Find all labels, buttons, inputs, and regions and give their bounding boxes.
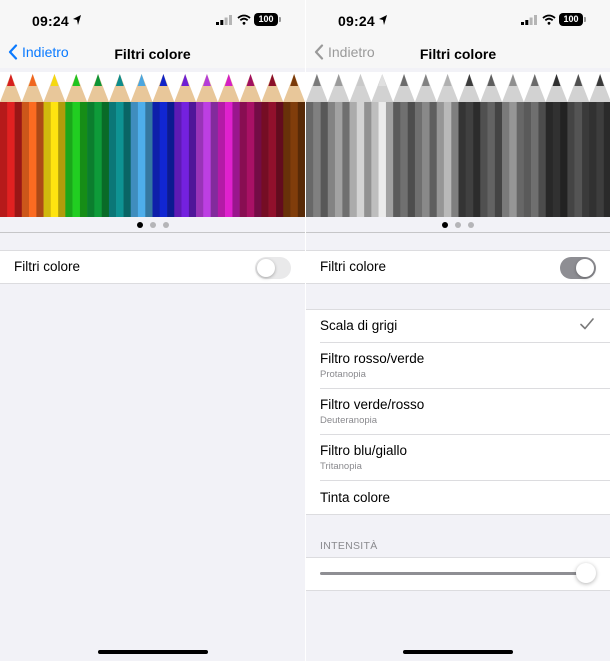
cellular-signal-icon <box>521 15 537 25</box>
pencil <box>217 74 240 217</box>
page-dot-2[interactable] <box>455 222 461 228</box>
pencil <box>43 74 66 217</box>
pencil <box>239 74 262 217</box>
filter-option-label: Scala di grigi <box>320 318 398 333</box>
page-indicator[interactable] <box>306 220 610 230</box>
divider <box>306 232 610 233</box>
divider <box>0 232 305 233</box>
home-indicator[interactable] <box>97 650 208 654</box>
location-arrow-icon <box>379 15 387 25</box>
page-dot-1[interactable] <box>136 222 143 228</box>
toggle-knob <box>257 259 275 277</box>
filter-option-protanopia[interactable]: Filtro rosso/verde Protanopia <box>306 343 610 389</box>
color-filters-row: Filtri colore <box>306 250 610 284</box>
filter-option-grayscale[interactable]: Scala di grigi <box>306 309 610 343</box>
pencil <box>174 74 197 217</box>
filter-option-tritanopia[interactable]: Filtro blu/giallo Tritanopia <box>306 435 610 481</box>
pencil <box>436 74 459 217</box>
location-arrow-icon <box>73 15 81 25</box>
pencil <box>458 74 481 217</box>
divider <box>306 250 610 251</box>
pencil <box>567 74 590 217</box>
pencil <box>21 74 44 217</box>
screen-left: 09:24 100 Indietro Filtri colore Filtri … <box>0 0 305 661</box>
battery-icon: 100 <box>254 13 278 26</box>
home-indicator[interactable] <box>403 650 513 654</box>
pencils-preview-gray[interactable] <box>306 72 610 217</box>
intensity-slider-thumb[interactable] <box>576 563 596 583</box>
intensity-header: INTENSITÀ <box>320 540 378 552</box>
battery-tip <box>279 17 281 22</box>
status-bar: 09:24 100 <box>306 0 610 40</box>
battery-icon: 100 <box>559 13 583 26</box>
screen-right: 09:24 100 Indietro Filtri colore Filtri … <box>305 0 610 661</box>
divider <box>306 283 610 284</box>
color-filters-label: Filtri colore <box>14 259 81 274</box>
color-filters-row: Filtri colore <box>0 250 305 284</box>
page-dot-2[interactable] <box>149 222 156 228</box>
pencil <box>349 74 372 217</box>
divider <box>0 250 305 251</box>
wifi-icon <box>237 14 251 25</box>
navigation-bar: Indietro Filtri colore <box>0 40 305 68</box>
pencil <box>589 74 610 217</box>
wifi-icon <box>542 14 556 25</box>
checkmark-icon <box>580 318 594 330</box>
divider <box>0 283 305 284</box>
pencil <box>261 74 284 217</box>
page-indicator[interactable] <box>0 220 305 230</box>
filter-option-deuteranopia[interactable]: Filtro verde/rosso Deuteranopia <box>306 389 610 435</box>
toggle-knob <box>576 259 594 277</box>
filter-option-sublabel: Protanopia <box>320 369 366 380</box>
pencil <box>196 74 219 217</box>
divider <box>306 309 610 310</box>
pencil <box>152 74 175 217</box>
pencils-preview-color[interactable] <box>0 72 305 217</box>
cellular-signal-icon <box>216 15 232 25</box>
page-title: Filtri colore <box>419 46 497 62</box>
pencil <box>523 74 546 217</box>
filter-option-sublabel: Deuteranopia <box>320 415 378 426</box>
color-filters-toggle[interactable] <box>255 257 291 279</box>
pencil <box>502 74 525 217</box>
page-dot-3[interactable] <box>468 222 474 228</box>
color-filters-toggle[interactable] <box>560 257 596 279</box>
pencil <box>480 74 503 217</box>
pencil <box>283 74 305 217</box>
page-title: Filtri colore <box>114 46 191 62</box>
filter-option-label: Tinta colore <box>320 490 391 505</box>
intensity-slider-track[interactable] <box>320 572 586 575</box>
pencil <box>130 74 153 217</box>
pencil <box>327 74 350 217</box>
status-bar: 09:24 100 <box>0 0 305 40</box>
divider <box>306 590 610 591</box>
pencil <box>414 74 438 217</box>
intensity-row <box>306 557 610 591</box>
gray-pencils-image <box>306 74 610 217</box>
color-pencils-image <box>0 74 305 217</box>
pencil <box>306 74 329 217</box>
pencil <box>65 74 88 217</box>
filter-option-label: Filtro verde/rosso <box>320 397 425 412</box>
color-filters-label: Filtri colore <box>320 259 387 274</box>
page-dot-1[interactable] <box>442 222 448 228</box>
status-time: 09:24 <box>32 13 69 29</box>
divider <box>306 514 610 515</box>
page-dot-3[interactable] <box>162 222 169 228</box>
pencil <box>545 74 568 217</box>
filter-option-label: Filtro blu/giallo <box>320 443 408 458</box>
filter-option-color-tint[interactable]: Tinta colore <box>306 481 610 515</box>
navigation-bar: Indietro Filtri colore <box>306 40 610 68</box>
filter-option-sublabel: Tritanopia <box>320 461 362 472</box>
pencil <box>0 74 23 217</box>
pencil <box>108 74 132 217</box>
battery-tip <box>584 17 586 22</box>
status-time: 09:24 <box>338 13 375 29</box>
pencil <box>371 74 394 217</box>
divider <box>306 557 610 558</box>
pencil <box>87 74 110 217</box>
filter-option-label: Filtro rosso/verde <box>320 351 425 366</box>
pencil <box>393 74 416 217</box>
